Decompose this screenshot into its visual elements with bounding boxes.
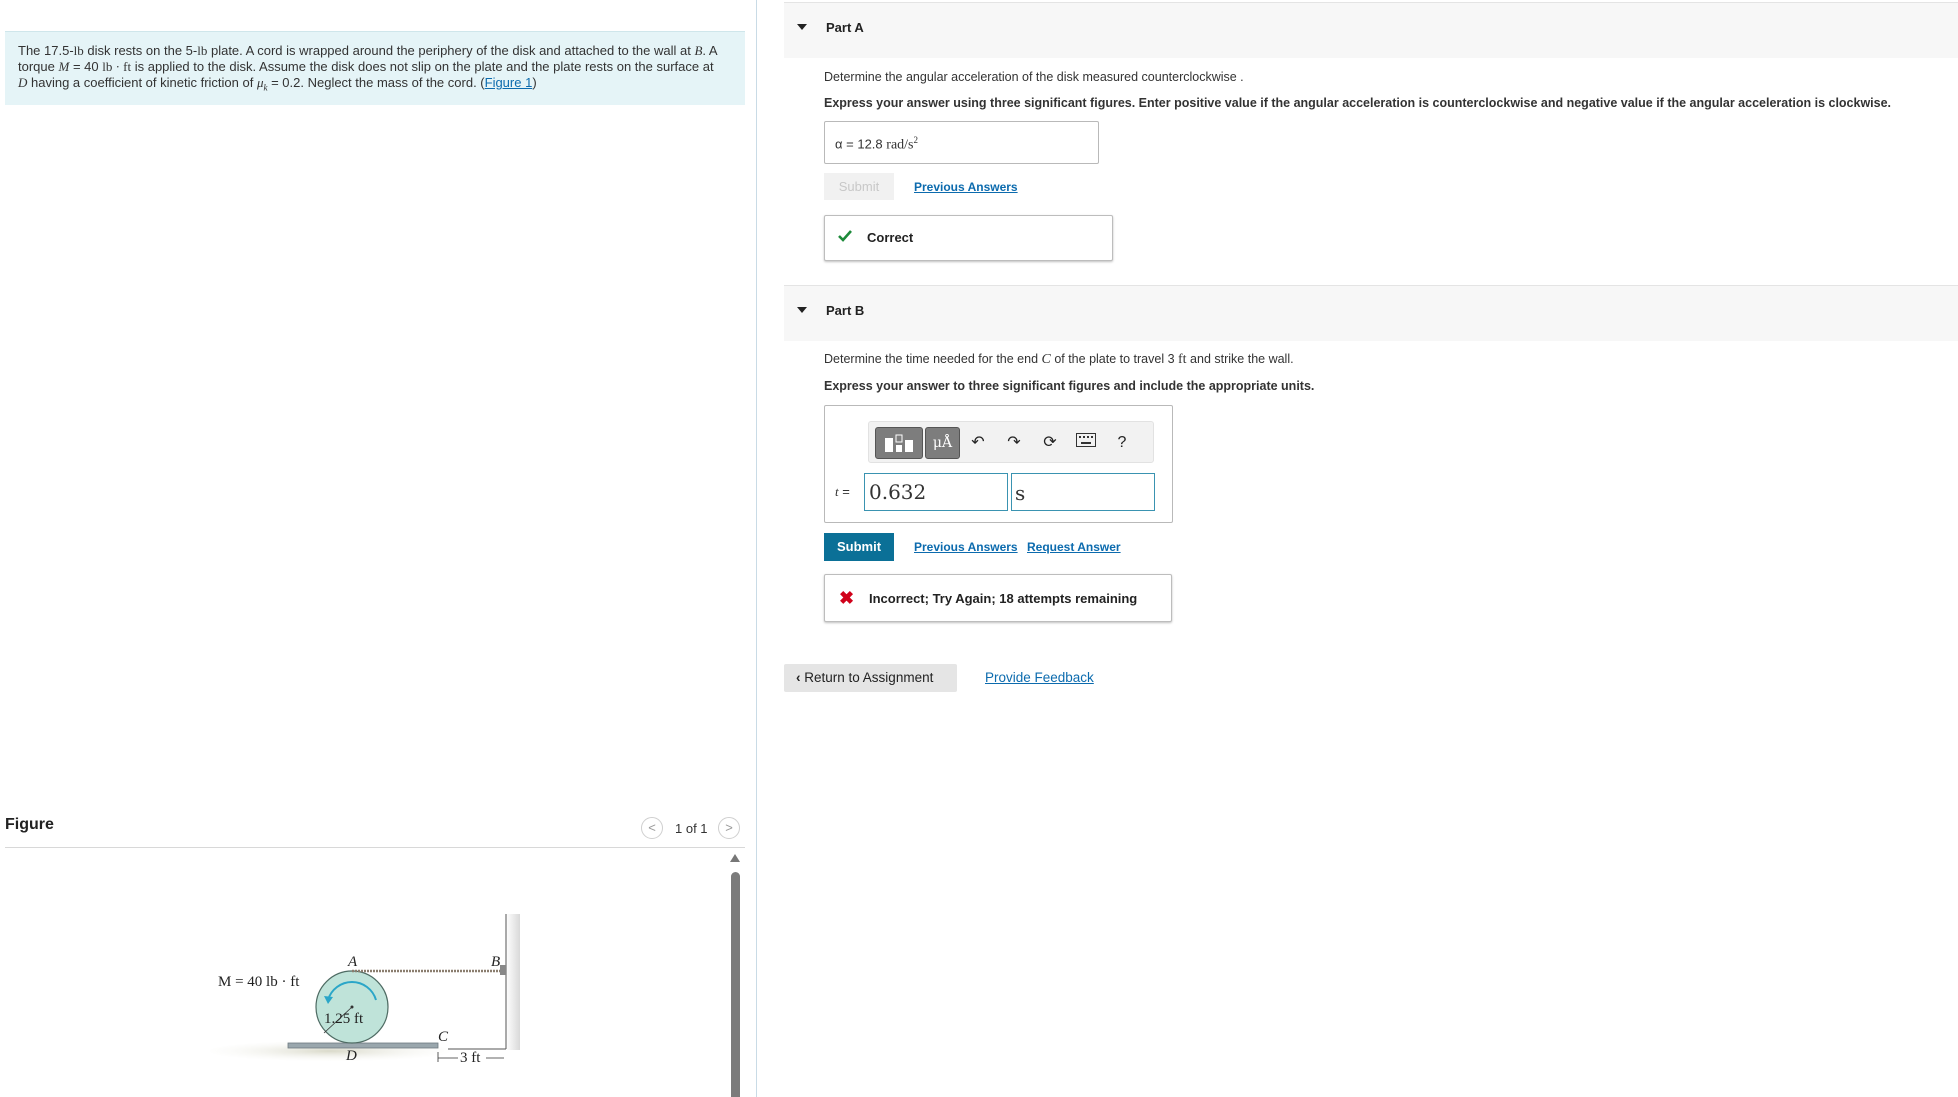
problem-text: . A (702, 43, 718, 58)
part-b-answer-box: μÅ ↶ ↷ ⟳ ? t = 0.632 s (824, 405, 1173, 523)
left-pane: The 17.5-lb disk rests on the 5-lb plate… (0, 0, 757, 1097)
label-d: D (345, 1048, 357, 1064)
figure-next-button[interactable]: > (718, 817, 740, 839)
redo-icon[interactable]: ↷ (1003, 432, 1025, 454)
part-b-feedback: ✖ Incorrect; Try Again; 18 attempts rema… (824, 574, 1172, 622)
problem-text: = 40 (69, 59, 103, 74)
checkmark-icon (838, 230, 852, 242)
problem-text: plate. A cord is wrapped around the peri… (207, 43, 695, 58)
part-b-unit-input[interactable]: s (1011, 473, 1155, 511)
label-a: A (347, 954, 358, 970)
part-b-question: Determine the time needed for the end C … (824, 352, 1294, 368)
part-b-submit-button[interactable]: Submit (824, 533, 894, 561)
provide-feedback-link[interactable]: Provide Feedback (985, 670, 1094, 685)
part-a-answer-unit: rad/s (886, 137, 914, 153)
chevron-left-icon: ‹ (796, 670, 801, 685)
figure-header: Figure < 1 of 1 > (5, 812, 745, 848)
figure-prev-button[interactable]: < (641, 817, 663, 839)
unit-lbft: lb · ft (102, 59, 132, 74)
wall (506, 914, 520, 1050)
point-c: C (1041, 352, 1051, 367)
help-icon[interactable]: ? (1111, 432, 1133, 454)
part-a-title: Part A (826, 20, 864, 35)
problem-text: disk rests on the 5- (83, 43, 198, 58)
unit-lb: lb (73, 43, 84, 58)
template-icon (885, 434, 913, 452)
figure-title: Figure (5, 816, 54, 833)
scroll-up-arrow-icon[interactable] (730, 854, 740, 862)
equals-sign: = (838, 484, 850, 499)
part-a-submit-button: Submit (824, 173, 894, 200)
undo-icon[interactable]: ↶ (967, 432, 989, 454)
part-a-header[interactable]: Part A (784, 2, 1958, 58)
figure-scrollbar[interactable] (731, 872, 740, 1097)
part-b-instructions: Express your answer to three significant… (824, 379, 1315, 393)
question-text: of the plate to travel 3 (1050, 352, 1179, 366)
unit-ft: ft (1178, 352, 1187, 367)
problem-text: The 17.5- (18, 43, 74, 58)
label-distance: 3 ft (460, 1050, 481, 1066)
part-a-question: Determine the angular acceleration of th… (824, 70, 1244, 84)
label-c: C (438, 1029, 449, 1045)
units-button[interactable]: μÅ (925, 427, 960, 459)
plate (287, 1042, 439, 1049)
math-toolbar: μÅ ↶ ↷ ⟳ ? (868, 421, 1154, 463)
part-b-feedback-text: Incorrect; Try Again; 18 attempts remain… (869, 591, 1138, 606)
return-to-assignment-button[interactable]: ‹ Return to Assignment (784, 664, 957, 692)
figure-link[interactable]: Figure 1 (485, 75, 533, 90)
symbol-m: M (58, 59, 70, 74)
problem-text: having a coefficient of kinetic friction… (27, 75, 257, 90)
part-a-feedback: Correct (824, 215, 1113, 261)
problem-statement: The 17.5-lb disk rests on the 5-lb plate… (5, 31, 745, 105)
request-answer-link[interactable]: Request Answer (1027, 540, 1121, 554)
point-d: D (18, 75, 28, 90)
problem-text: is applied to the disk. Assume the disk … (131, 59, 714, 74)
unit-lb: lb (197, 43, 208, 58)
alpha-symbol: α = (835, 136, 858, 152)
part-a-unit-exponent: 2 (913, 135, 919, 145)
label-b: B (491, 954, 500, 970)
part-b-previous-answers-link[interactable]: Previous Answers (914, 540, 1018, 554)
part-b-title: Part B (826, 303, 865, 318)
part-a-answer-box: α = 12.8 rad/s2 (824, 121, 1099, 164)
part-b-value-input[interactable]: 0.632 (864, 473, 1008, 511)
templates-button[interactable] (875, 427, 923, 459)
reset-icon[interactable]: ⟳ (1039, 432, 1061, 454)
caret-down-icon[interactable] (797, 24, 807, 30)
label-m: M = 40 lb · ft (218, 974, 300, 990)
caret-down-icon[interactable] (797, 307, 807, 313)
part-b-header[interactable]: Part B (784, 285, 1958, 341)
part-a-instructions: Express your answer using three signific… (824, 96, 1892, 110)
keyboard-icon[interactable] (1075, 432, 1097, 454)
figure-diagram: M = 40 lb · ft A B C D 1.25 ft 3 ft (210, 914, 520, 1066)
t-label: t = (835, 484, 850, 500)
problem-text: ) (532, 75, 537, 90)
part-a-previous-answers-link[interactable]: Previous Answers (914, 180, 1018, 194)
wall-anchor (500, 965, 506, 975)
question-text: and strike the wall. (1186, 352, 1294, 366)
right-pane: Part A Determine the angular acceleratio… (784, 0, 1958, 1097)
part-a-feedback-text: Correct (867, 230, 914, 245)
question-text: Determine the time needed for the end (824, 352, 1042, 366)
incorrect-x-icon: ✖ (839, 588, 855, 608)
figure-counter: 1 of 1 (675, 821, 708, 836)
problem-text: = 0.2. Neglect the mass of the cord. ( (267, 75, 485, 90)
part-a-answer-value: 12.8 (857, 136, 883, 152)
label-radius: 1.25 ft (324, 1011, 364, 1027)
problem-text: torque (18, 59, 59, 74)
return-label: Return to Assignment (804, 670, 934, 685)
